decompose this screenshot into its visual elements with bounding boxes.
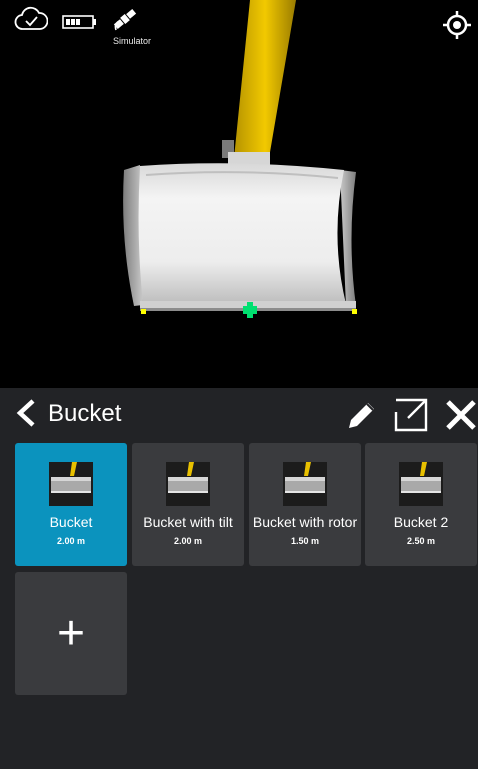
panel-title: Bucket bbox=[48, 400, 122, 427]
pencil-icon[interactable] bbox=[345, 398, 379, 437]
bucket-name: Bucket 2 bbox=[393, 514, 449, 530]
bucket-width: 2.50 m bbox=[406, 536, 436, 546]
bucket-thumbnail bbox=[283, 462, 327, 506]
excavator-arm bbox=[234, 0, 296, 158]
bucket-tile[interactable]: Bucket 2.00 m bbox=[15, 443, 127, 566]
external-open-icon[interactable] bbox=[394, 398, 428, 437]
bucket-thumbnail bbox=[166, 462, 210, 506]
corner-marker-left bbox=[141, 309, 146, 314]
close-icon[interactable] bbox=[444, 398, 478, 437]
corner-marker-right bbox=[352, 309, 357, 314]
3d-bucket-viewport[interactable]: Simulator bbox=[0, 0, 478, 388]
satellite-icon bbox=[112, 6, 138, 37]
bucket-3d-model bbox=[123, 0, 357, 318]
add-bucket-button[interactable]: + bbox=[15, 572, 127, 695]
bucket-tile[interactable]: Bucket 2 2.50 m bbox=[365, 443, 477, 566]
locate-target-icon[interactable] bbox=[442, 10, 472, 45]
bucket-thumbnail bbox=[49, 462, 93, 506]
bucket-thumbnail bbox=[399, 462, 443, 506]
panel-header: Bucket bbox=[0, 388, 478, 438]
bucket-tile[interactable]: Bucket with rotor 1.50 m bbox=[249, 443, 361, 566]
bucket-tile[interactable]: Bucket with tilt 2.00 m bbox=[132, 443, 244, 566]
plus-icon: + bbox=[56, 607, 86, 660]
gnss-source-label: Simulator bbox=[113, 36, 152, 46]
bucket-width: 2.00 m bbox=[56, 536, 86, 546]
bucket-width: 1.50 m bbox=[290, 536, 320, 546]
bucket-selection-panel: Bucket Bucket 2.00 m Bucket with tilt 2.00 … bbox=[0, 388, 478, 769]
bucket-name: Bucket with tilt bbox=[143, 514, 233, 530]
cloud-check-icon bbox=[14, 6, 49, 37]
bucket-name: Bucket bbox=[49, 514, 93, 530]
chevron-left-icon[interactable] bbox=[12, 398, 42, 433]
bucket-name: Bucket with rotor bbox=[252, 514, 358, 530]
battery-icon bbox=[62, 15, 98, 34]
bucket-width: 2.00 m bbox=[173, 536, 203, 546]
